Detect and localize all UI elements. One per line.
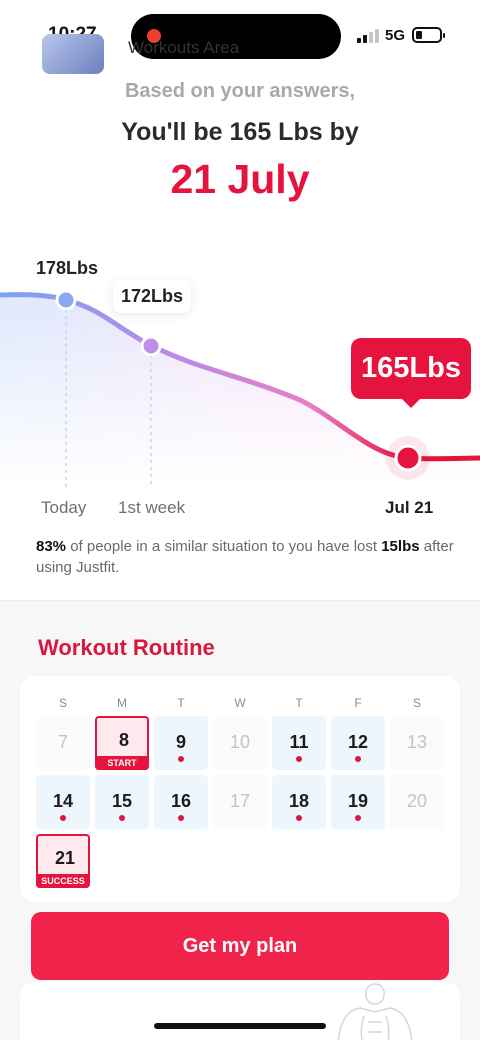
day-number: 19 (347, 791, 369, 811)
network-type: 5G (385, 27, 406, 44)
day-number: 20 (406, 791, 428, 811)
workout-title: Workout Routine (38, 635, 215, 660)
day-number: 15 (111, 791, 133, 811)
calendar-day[interactable]: 16 (154, 775, 208, 829)
day-number: 10 (229, 732, 251, 752)
workout-dot-icon (178, 756, 184, 762)
day-number: 14 (52, 791, 74, 811)
weekday-label: S (58, 696, 67, 710)
point-today (55, 289, 77, 311)
label-week-weight: 172Lbs (113, 280, 192, 313)
calendar-day[interactable]: 19 (331, 775, 385, 829)
weekday-label: S (412, 696, 421, 710)
success-stat: 83% of people in a similar situation to … (36, 538, 454, 576)
calendar-day[interactable]: 20 (390, 775, 444, 829)
day-number: 21 (54, 848, 76, 868)
calendar-day[interactable]: 13 (390, 716, 444, 770)
day-number: 13 (406, 732, 428, 752)
day-number: 16 (170, 791, 192, 811)
calendar-day[interactable]: 18 (272, 775, 326, 829)
label-goal-weight: 165Lbs (351, 338, 471, 408)
workout-dot-icon (60, 815, 66, 821)
x-label-goal: Jul 21 (385, 498, 434, 517)
label-today-weight: 178Lbs (36, 258, 99, 278)
day-number: 11 (289, 732, 309, 752)
day-tag: START (95, 756, 149, 770)
workout-dot-icon (355, 815, 361, 821)
weekday-label: W (234, 696, 246, 710)
workouts-area-card[interactable] (20, 982, 460, 1040)
weekday-label: T (177, 696, 185, 710)
calendar-day[interactable]: 14 (36, 775, 90, 829)
target-date: 21 July (170, 156, 310, 202)
weekday-label: M (117, 696, 127, 710)
day-number: 18 (288, 791, 310, 811)
x-label-today: Today (41, 498, 87, 517)
body-figure-icon (330, 982, 420, 1040)
workout-dot-icon (296, 756, 302, 762)
weekday-label: F (354, 696, 362, 710)
battery-icon (412, 27, 445, 43)
workout-thumbnail (42, 34, 104, 74)
day-number: 8 (118, 730, 129, 750)
weight-projection-chart: 178Lbs 172Lbs 165Lbs Today 1st week Jul … (0, 250, 480, 530)
day-number: 7 (57, 732, 68, 752)
result-subtitle: Based on your answers, (124, 80, 356, 102)
calendar-day[interactable]: 11 (272, 716, 326, 770)
workout-dot-icon (355, 756, 361, 762)
calendar-day[interactable]: 17 (213, 775, 267, 829)
x-label-week: 1st week (118, 498, 186, 517)
workouts-area-title: Workouts Area (128, 38, 240, 57)
calendar-day[interactable]: 15 (95, 775, 149, 829)
calendar-day[interactable]: 9 (154, 716, 208, 770)
day-number: 12 (347, 732, 369, 752)
calendar-day[interactable]: 21 SUCCESS (36, 834, 90, 888)
home-indicator[interactable] (154, 1023, 326, 1029)
calendar-day[interactable]: 12 (331, 716, 385, 770)
workout-calendar: S M T W T F S 7 8 START 9 10 11 12 13 14 15 16 17 18 19 20 21 S… (20, 676, 460, 902)
calendar-day[interactable]: 7 (36, 716, 90, 770)
workout-dot-icon (178, 815, 184, 821)
result-headline: You'll be 165 Lbs by (121, 118, 359, 146)
workout-dot-icon (119, 815, 125, 821)
day-number: 9 (175, 732, 186, 752)
signal-icon (357, 29, 379, 43)
point-goal (394, 444, 422, 472)
point-week (140, 335, 162, 357)
day-tag: SUCCESS (36, 874, 90, 888)
weekday-label: T (295, 696, 303, 710)
workout-dot-icon (296, 815, 302, 821)
day-number: 17 (229, 791, 251, 811)
calendar-day[interactable]: 8 START (95, 716, 149, 770)
get-plan-button[interactable]: Get my plan (31, 912, 449, 980)
calendar-day[interactable]: 10 (213, 716, 267, 770)
